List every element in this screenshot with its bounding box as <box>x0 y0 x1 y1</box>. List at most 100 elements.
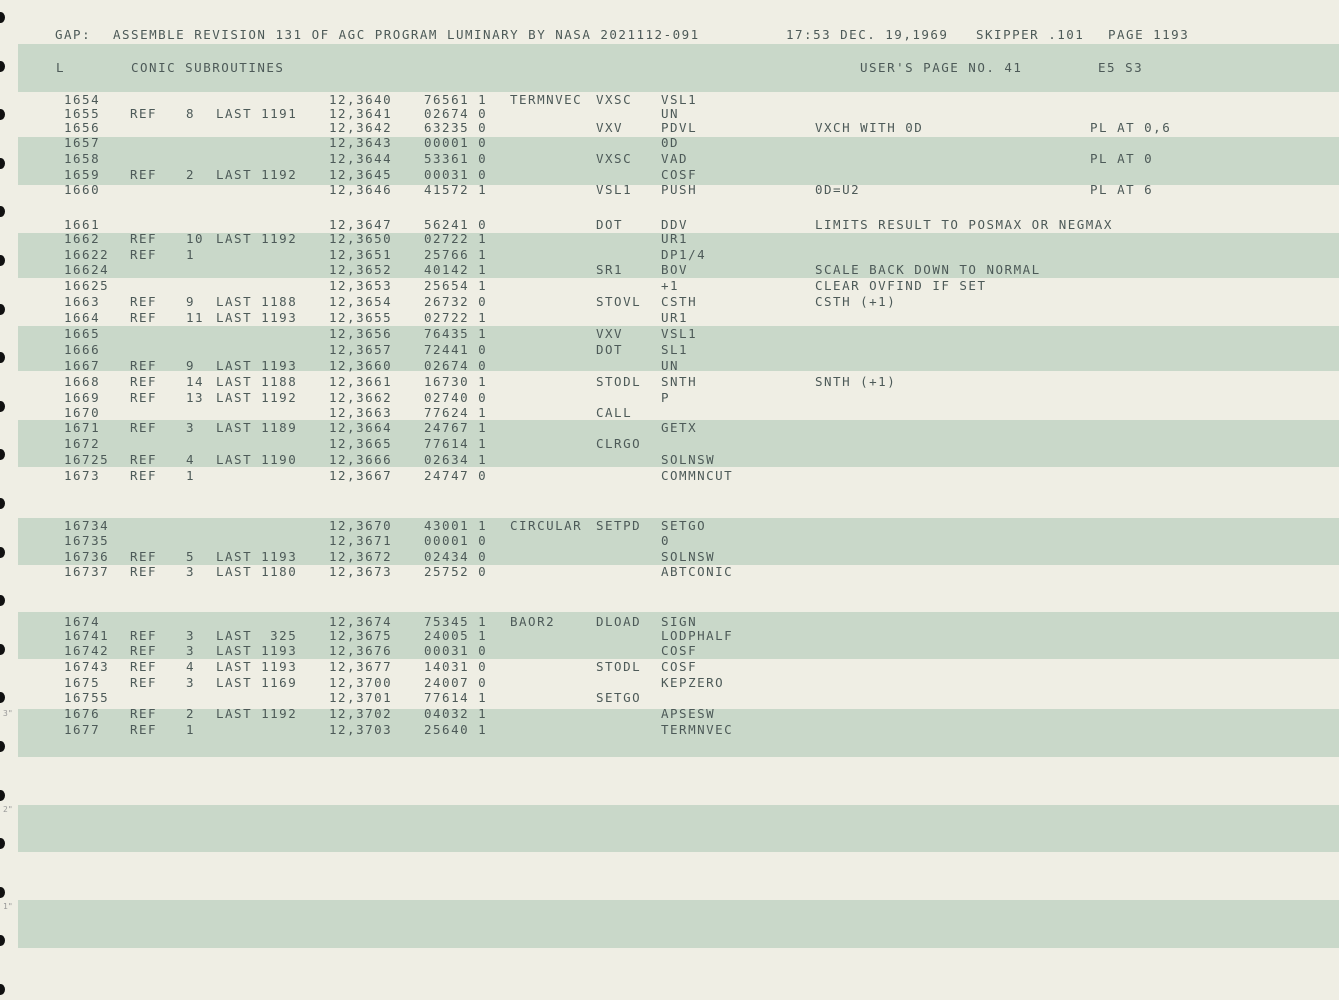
ref-label: REF <box>130 167 158 182</box>
last-page: LAST 1193 <box>216 549 298 564</box>
ref-label: REF <box>130 564 158 579</box>
operand: SNTH <box>661 374 698 389</box>
comment: SCALE BACK DOWN TO NORMAL <box>815 262 1041 277</box>
operand: UR1 <box>661 310 689 325</box>
operand: APSESW <box>661 706 716 721</box>
operand: 0 <box>661 533 671 548</box>
last-page: LAST 1191 <box>216 106 298 121</box>
paper-band <box>18 805 1339 852</box>
header-assembly: ASSEMBLE REVISION 131 OF AGC PROGRAM LUM… <box>113 27 700 42</box>
octal-word: 40142 1 <box>424 262 488 277</box>
line-number: 1671 <box>64 420 101 435</box>
address: 12,3656 <box>329 326 393 341</box>
octal-word: 41572 1 <box>424 182 488 197</box>
opcode: STOVL <box>596 294 642 309</box>
ref-number: 2 <box>186 167 196 182</box>
line-number: 1666 <box>64 342 101 357</box>
symbol-label: BAOR2 <box>510 614 556 629</box>
paper-band <box>18 900 1339 948</box>
address: 12,3660 <box>329 358 393 373</box>
octal-word: 24747 0 <box>424 468 488 483</box>
opcode: SR1 <box>596 262 624 277</box>
line-number: 1675 <box>64 675 101 690</box>
feed-hole <box>0 595 5 606</box>
ref-number: 3 <box>186 420 196 435</box>
octal-word: 56241 0 <box>424 217 488 232</box>
line-number: 1668 <box>64 374 101 389</box>
last-page: LAST 1180 <box>216 564 298 579</box>
operand: UR1 <box>661 231 689 246</box>
last-page: LAST 1188 <box>216 374 298 389</box>
address: 12,3671 <box>329 533 393 548</box>
ref-label: REF <box>130 722 158 737</box>
feed-hole <box>0 61 5 72</box>
line-number: 16736 <box>64 549 110 564</box>
operand: PDVL <box>661 120 698 135</box>
address: 12,3675 <box>329 628 393 643</box>
octal-word: 02722 1 <box>424 231 488 246</box>
address: 12,3643 <box>329 135 393 150</box>
line-number: 1661 <box>64 217 101 232</box>
feed-hole <box>0 644 5 655</box>
opcode: SETPD <box>596 518 642 533</box>
address: 12,3702 <box>329 706 393 721</box>
address: 12,3662 <box>329 390 393 405</box>
octal-word: 25752 0 <box>424 564 488 579</box>
opcode: VSL1 <box>596 182 633 197</box>
octal-word: 02674 0 <box>424 358 488 373</box>
operand: SIGN <box>661 614 698 629</box>
octal-word: 00031 0 <box>424 167 488 182</box>
address: 12,3650 <box>329 231 393 246</box>
comment: CSTH (+1) <box>815 294 897 309</box>
address: 12,3655 <box>329 310 393 325</box>
address: 12,3663 <box>329 405 393 420</box>
ref-label: REF <box>130 247 158 262</box>
feed-hole <box>0 790 5 801</box>
feed-hole <box>0 498 5 509</box>
ref-label: REF <box>130 468 158 483</box>
pushlist-note: PL AT 6 <box>1090 182 1154 197</box>
operand: UN <box>661 358 680 373</box>
sheet-code: E5 S3 <box>1098 60 1144 75</box>
opcode: STODL <box>596 659 642 674</box>
operand: GETX <box>661 420 698 435</box>
ref-label: REF <box>130 374 158 389</box>
feed-hole <box>0 255 5 266</box>
address: 12,3674 <box>329 614 393 629</box>
margin-tick: 2" <box>3 805 13 814</box>
octal-word: 24005 1 <box>424 628 488 643</box>
comment: CLEAR OVFIND IF SET <box>815 278 987 293</box>
opcode: DLOAD <box>596 614 642 629</box>
line-number: 1659 <box>64 167 101 182</box>
address: 12,3641 <box>329 106 393 121</box>
section-title: CONIC SUBROUTINES <box>131 60 285 75</box>
last-page: LAST 325 <box>216 628 298 643</box>
line-number: 1654 <box>64 92 101 107</box>
ref-number: 3 <box>186 628 196 643</box>
ref-label: REF <box>130 659 158 674</box>
address: 12,3664 <box>329 420 393 435</box>
operand: PUSH <box>661 182 698 197</box>
operand: KEPZERO <box>661 675 725 690</box>
line-number: 1662 <box>64 231 101 246</box>
ref-label: REF <box>130 231 158 246</box>
address: 12,3642 <box>329 120 393 135</box>
line-number: 1663 <box>64 294 101 309</box>
ref-label: REF <box>130 390 158 405</box>
feed-hole <box>0 984 5 995</box>
last-page: LAST 1192 <box>216 706 298 721</box>
octal-word: 25654 1 <box>424 278 488 293</box>
octal-word: 26732 0 <box>424 294 488 309</box>
operand: SL1 <box>661 342 689 357</box>
opcode: STODL <box>596 374 642 389</box>
ref-label: REF <box>130 310 158 325</box>
ref-number: 9 <box>186 294 196 309</box>
last-page: LAST 1189 <box>216 420 298 435</box>
comment: LIMITS RESULT TO POSMAX OR NEGMAX <box>815 217 1113 232</box>
operand: COSF <box>661 659 698 674</box>
opcode: VXSC <box>596 151 633 166</box>
feed-hole <box>0 109 5 120</box>
last-page: LAST 1192 <box>216 390 298 405</box>
ref-number: 11 <box>186 310 205 325</box>
ref-label: REF <box>130 452 158 467</box>
